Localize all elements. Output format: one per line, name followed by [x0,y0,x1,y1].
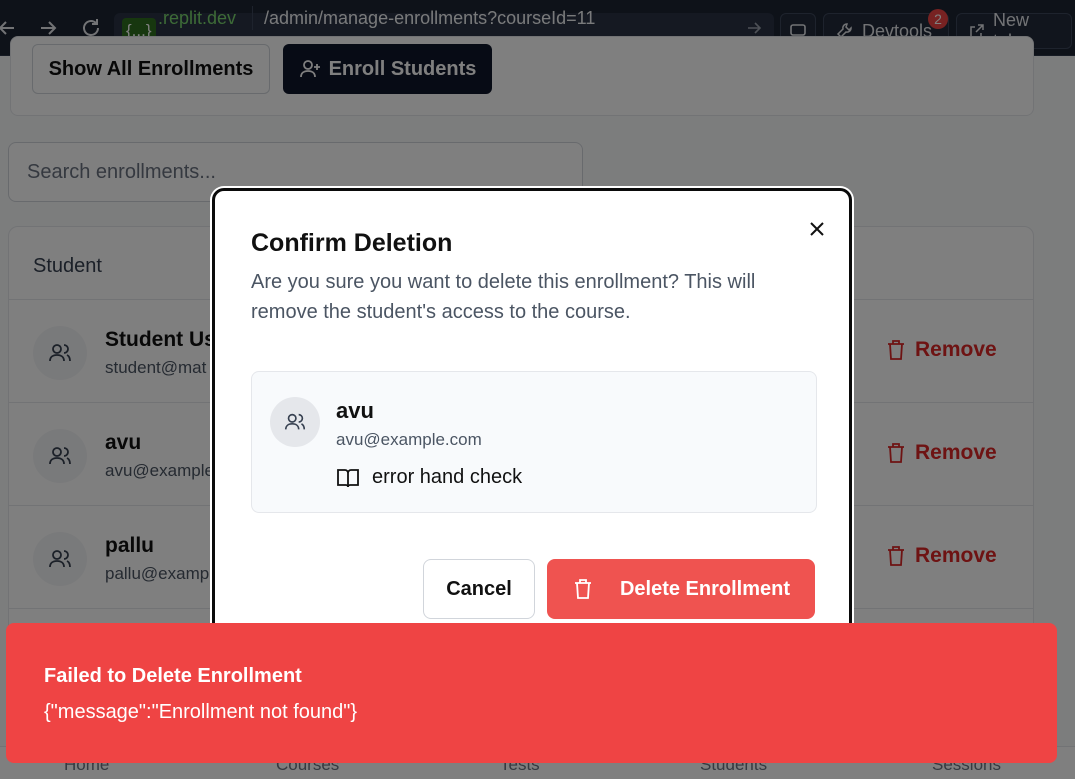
enrollment-summary: avu avu@example.com error hand check [251,371,817,513]
book-open-icon [337,468,359,487]
toast-message: {"message":"Enrollment not found"} [44,701,358,723]
delete-enrollment-button[interactable]: Delete Enrollment [547,559,815,619]
toast-title: Failed to Delete Enrollment [44,665,302,687]
course-info: error hand check [336,466,522,489]
cancel-button[interactable]: Cancel [423,559,535,619]
confirm-deletion-dialog: Confirm Deletion Are you sure you want t… [212,188,852,648]
delete-enrollment-label: Delete Enrollment [619,577,791,600]
trash-icon [574,579,591,599]
dialog-title: Confirm Deletion [251,229,453,257]
student-email: avu@example.com [336,430,482,449]
close-icon[interactable] [803,215,831,243]
dialog-description: Are you sure you want to delete this enr… [251,271,756,323]
student-name: avu [336,398,374,423]
users-icon [270,397,320,447]
course-name: error hand check [372,466,523,488]
error-toast[interactable]: Failed to Delete Enrollment {"message":"… [6,623,1057,763]
